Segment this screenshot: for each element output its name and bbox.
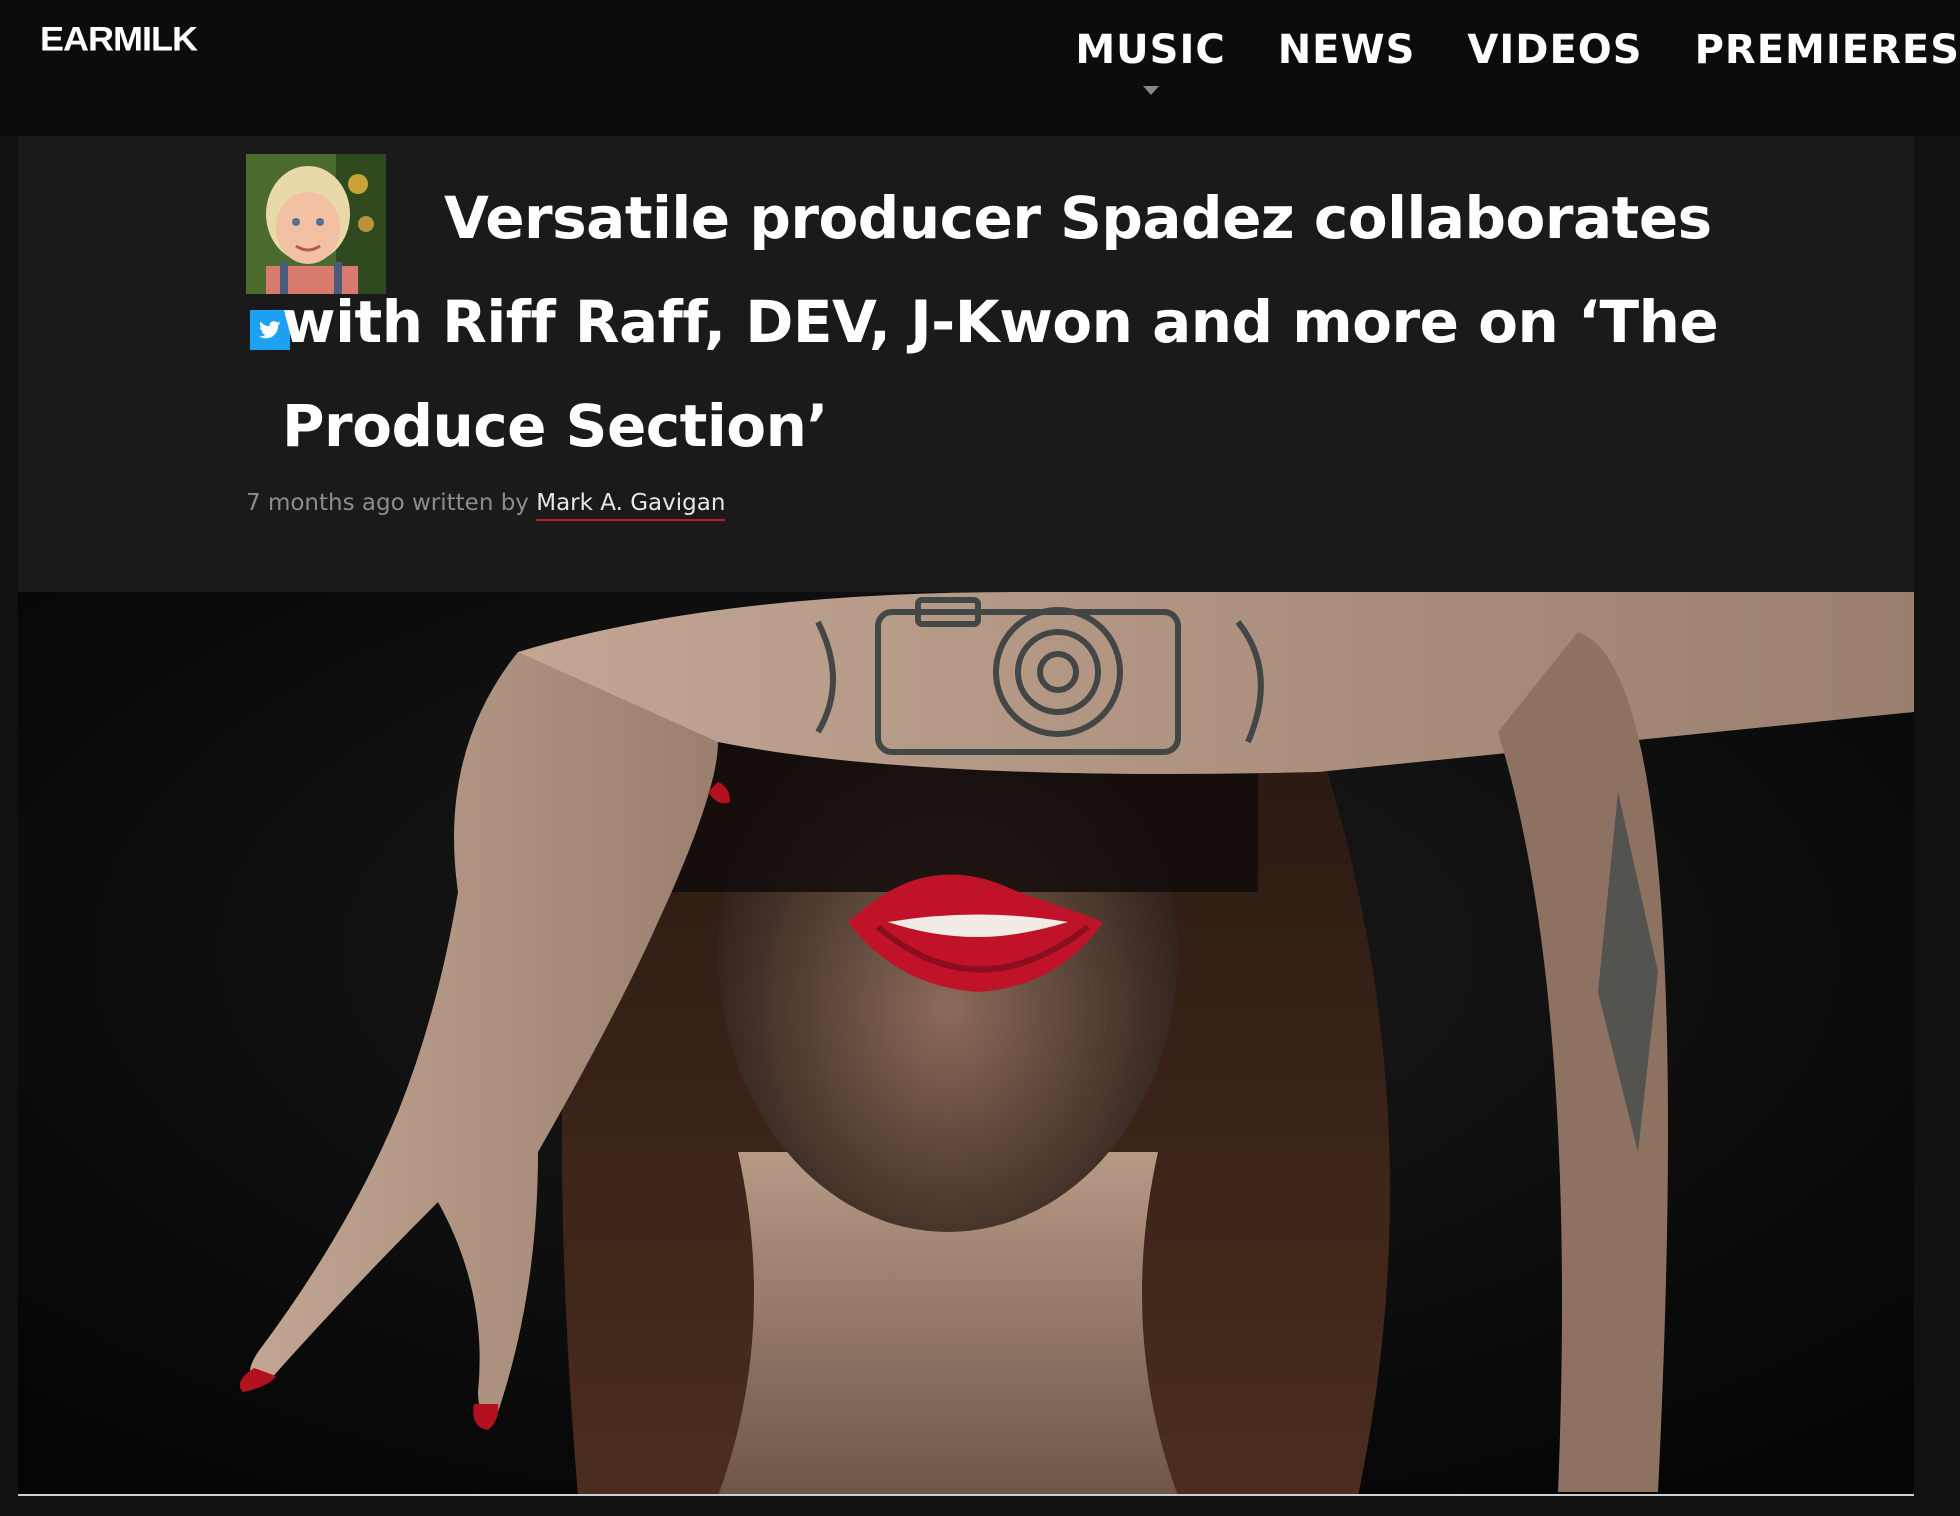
nav-item-music[interactable]: MUSIC xyxy=(1075,27,1226,95)
article-meta: 7 months ago written by Mark A. Gavigan xyxy=(246,490,726,521)
chevron-down-icon xyxy=(1142,86,1159,95)
nav-item-label: PREMIERES xyxy=(1694,27,1960,73)
nav-item-label: VIDEOS xyxy=(1467,27,1643,73)
hero-photo xyxy=(18,592,1914,1496)
article-title: Versatile producer Spadez collaborates w… xyxy=(282,184,1719,460)
site-logo[interactable]: EARMILK xyxy=(40,19,198,59)
nav-item-premieres[interactable]: PREMIERES xyxy=(1695,27,1960,73)
written-by-label: written by xyxy=(411,490,529,516)
nav-item-videos[interactable]: VIDEOS xyxy=(1467,27,1642,73)
article-header: Versatile producer Spadez collaborates w… xyxy=(18,136,1914,592)
nav-item-label: NEWS xyxy=(1277,27,1416,73)
main-nav: MUSIC NEWS VIDEOS PREMIERES xyxy=(1075,0,1960,100)
nav-item-label: MUSIC xyxy=(1075,27,1226,73)
top-navigation-bar: EARMILK MUSIC NEWS VIDEOS PREMIERES xyxy=(0,0,1960,136)
content-divider xyxy=(18,1494,1914,1496)
publish-time: 7 months ago xyxy=(246,490,405,516)
author-link[interactable]: Mark A. Gavigan xyxy=(536,490,726,521)
nav-item-news[interactable]: NEWS xyxy=(1278,27,1416,73)
hero-image xyxy=(18,592,1914,1496)
